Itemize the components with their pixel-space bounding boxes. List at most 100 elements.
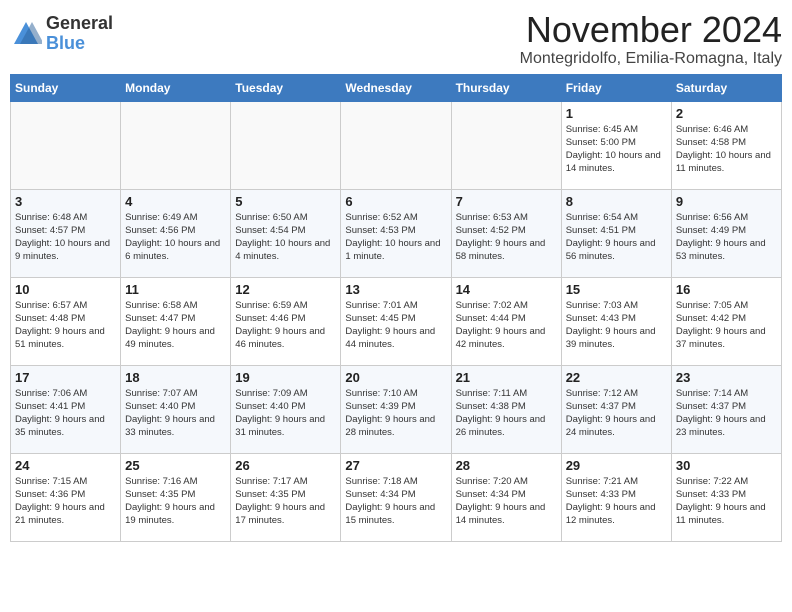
day-number: 14 (456, 282, 557, 297)
day-number: 16 (676, 282, 777, 297)
day-info: Sunrise: 7:16 AM Sunset: 4:35 PM Dayligh… (125, 475, 226, 528)
calendar-cell: 1 Sunrise: 6:45 AM Sunset: 5:00 PM Daylig… (561, 101, 671, 189)
day-number: 6 (345, 194, 446, 209)
day-info: Sunrise: 7:17 AM Sunset: 4:35 PM Dayligh… (235, 475, 336, 528)
calendar-cell: 9 Sunrise: 6:56 AM Sunset: 4:49 PM Daylig… (671, 189, 781, 277)
day-number: 21 (456, 370, 557, 385)
calendar-cell: 2Sunrise: 6:46 AM Sunset: 4:58 PM Daylig… (671, 101, 781, 189)
header-sunday: Sunday (11, 74, 121, 101)
day-info: Sunrise: 6:46 AM Sunset: 4:58 PM Dayligh… (676, 123, 777, 176)
month-title: November 2024 (520, 10, 782, 50)
day-info: Sunrise: 7:15 AM Sunset: 4:36 PM Dayligh… (15, 475, 116, 528)
calendar-week-3: 10 Sunrise: 6:57 AM Sunset: 4:48 PM Dayli… (11, 277, 782, 365)
day-info: Sunrise: 7:14 AM Sunset: 4:37 PM Dayligh… (676, 387, 777, 440)
logo: General Blue (10, 10, 113, 54)
calendar-cell: 4Sunrise: 6:49 AM Sunset: 4:56 PM Daylig… (121, 189, 231, 277)
calendar-cell: 30Sunrise: 7:22 AM Sunset: 4:33 PM Dayli… (671, 453, 781, 541)
calendar-cell: 25Sunrise: 7:16 AM Sunset: 4:35 PM Dayli… (121, 453, 231, 541)
day-info: Sunrise: 7:18 AM Sunset: 4:34 PM Dayligh… (345, 475, 446, 528)
day-info: Sunrise: 6:54 AM Sunset: 4:51 PM Dayligh… (566, 211, 667, 264)
header-friday: Friday (561, 74, 671, 101)
header-wednesday: Wednesday (341, 74, 451, 101)
header-thursday: Thursday (451, 74, 561, 101)
header-tuesday: Tuesday (231, 74, 341, 101)
calendar-cell: 12 Sunrise: 6:59 AM Sunset: 4:46 PM Dayli… (231, 277, 341, 365)
day-number: 8 (566, 194, 667, 209)
calendar-cell (341, 101, 451, 189)
calendar-cell: 19 Sunrise: 7:09 AM Sunset: 4:40 PM Dayli… (231, 365, 341, 453)
title-section: November 2024 Montegridolfo, Emilia-Roma… (520, 10, 782, 68)
calendar-cell: 6 Sunrise: 6:52 AM Sunset: 4:53 PM Daylig… (341, 189, 451, 277)
calendar-table: SundayMondayTuesdayWednesdayThursdayFrid… (10, 74, 782, 542)
calendar-cell: 29 Sunrise: 7:21 AM Sunset: 4:33 PM Dayli… (561, 453, 671, 541)
calendar-cell: 28 Sunrise: 7:20 AM Sunset: 4:34 PM Dayli… (451, 453, 561, 541)
day-info: Sunrise: 7:11 AM Sunset: 4:38 PM Dayligh… (456, 387, 557, 440)
calendar-cell: 10 Sunrise: 6:57 AM Sunset: 4:48 PM Dayli… (11, 277, 121, 365)
day-info: Sunrise: 6:48 AM Sunset: 4:57 PM Dayligh… (15, 211, 116, 264)
calendar-cell: 3 Sunrise: 6:48 AM Sunset: 4:57 PM Daylig… (11, 189, 121, 277)
calendar-cell: 26 Sunrise: 7:17 AM Sunset: 4:35 PM Dayli… (231, 453, 341, 541)
day-number: 5 (235, 194, 336, 209)
day-number: 7 (456, 194, 557, 209)
day-number: 3 (15, 194, 116, 209)
calendar-week-1: 1 Sunrise: 6:45 AM Sunset: 5:00 PM Daylig… (11, 101, 782, 189)
day-number: 24 (15, 458, 116, 473)
day-number: 27 (345, 458, 446, 473)
calendar-cell: 5 Sunrise: 6:50 AM Sunset: 4:54 PM Daylig… (231, 189, 341, 277)
day-info: Sunrise: 7:09 AM Sunset: 4:40 PM Dayligh… (235, 387, 336, 440)
calendar-cell: 13 Sunrise: 7:01 AM Sunset: 4:45 PM Dayli… (341, 277, 451, 365)
calendar-cell: 15Sunrise: 7:03 AM Sunset: 4:43 PM Dayli… (561, 277, 671, 365)
day-number: 29 (566, 458, 667, 473)
day-info: Sunrise: 7:21 AM Sunset: 4:33 PM Dayligh… (566, 475, 667, 528)
calendar-cell: 11Sunrise: 6:58 AM Sunset: 4:47 PM Dayli… (121, 277, 231, 365)
day-number: 13 (345, 282, 446, 297)
day-info: Sunrise: 7:01 AM Sunset: 4:45 PM Dayligh… (345, 299, 446, 352)
calendar-header-row: SundayMondayTuesdayWednesdayThursdayFrid… (11, 74, 782, 101)
calendar-week-2: 3 Sunrise: 6:48 AM Sunset: 4:57 PM Daylig… (11, 189, 782, 277)
calendar-cell: 27 Sunrise: 7:18 AM Sunset: 4:34 PM Dayli… (341, 453, 451, 541)
calendar-cell: 21 Sunrise: 7:11 AM Sunset: 4:38 PM Dayli… (451, 365, 561, 453)
day-info: Sunrise: 6:57 AM Sunset: 4:48 PM Dayligh… (15, 299, 116, 352)
logo-icon (10, 18, 42, 50)
calendar-cell: 8 Sunrise: 6:54 AM Sunset: 4:51 PM Daylig… (561, 189, 671, 277)
day-number: 10 (15, 282, 116, 297)
calendar-cell (231, 101, 341, 189)
logo-blue-text: Blue (46, 34, 113, 54)
calendar-week-4: 17 Sunrise: 7:06 AM Sunset: 4:41 PM Dayli… (11, 365, 782, 453)
calendar-cell: 23 Sunrise: 7:14 AM Sunset: 4:37 PM Dayli… (671, 365, 781, 453)
day-info: Sunrise: 6:52 AM Sunset: 4:53 PM Dayligh… (345, 211, 446, 264)
day-number: 17 (15, 370, 116, 385)
calendar-cell (11, 101, 121, 189)
day-number: 23 (676, 370, 777, 385)
day-info: Sunrise: 6:50 AM Sunset: 4:54 PM Dayligh… (235, 211, 336, 264)
header-monday: Monday (121, 74, 231, 101)
day-number: 12 (235, 282, 336, 297)
day-info: Sunrise: 6:45 AM Sunset: 5:00 PM Dayligh… (566, 123, 667, 176)
day-number: 1 (566, 106, 667, 121)
day-number: 22 (566, 370, 667, 385)
day-info: Sunrise: 6:56 AM Sunset: 4:49 PM Dayligh… (676, 211, 777, 264)
calendar-cell: 16 Sunrise: 7:05 AM Sunset: 4:42 PM Dayli… (671, 277, 781, 365)
calendar-cell (451, 101, 561, 189)
day-info: Sunrise: 7:22 AM Sunset: 4:33 PM Dayligh… (676, 475, 777, 528)
logo-general-text: General (46, 14, 113, 34)
calendar-cell: 17 Sunrise: 7:06 AM Sunset: 4:41 PM Dayli… (11, 365, 121, 453)
day-number: 19 (235, 370, 336, 385)
day-info: Sunrise: 6:53 AM Sunset: 4:52 PM Dayligh… (456, 211, 557, 264)
day-info: Sunrise: 7:05 AM Sunset: 4:42 PM Dayligh… (676, 299, 777, 352)
day-info: Sunrise: 6:49 AM Sunset: 4:56 PM Dayligh… (125, 211, 226, 264)
header-saturday: Saturday (671, 74, 781, 101)
day-number: 20 (345, 370, 446, 385)
calendar-week-5: 24 Sunrise: 7:15 AM Sunset: 4:36 PM Dayli… (11, 453, 782, 541)
calendar-cell: 22Sunrise: 7:12 AM Sunset: 4:37 PM Dayli… (561, 365, 671, 453)
day-number: 28 (456, 458, 557, 473)
day-number: 15 (566, 282, 667, 297)
day-info: Sunrise: 6:59 AM Sunset: 4:46 PM Dayligh… (235, 299, 336, 352)
day-info: Sunrise: 7:06 AM Sunset: 4:41 PM Dayligh… (15, 387, 116, 440)
day-info: Sunrise: 7:20 AM Sunset: 4:34 PM Dayligh… (456, 475, 557, 528)
day-number: 26 (235, 458, 336, 473)
day-number: 18 (125, 370, 226, 385)
day-number: 9 (676, 194, 777, 209)
calendar-cell: 20Sunrise: 7:10 AM Sunset: 4:39 PM Dayli… (341, 365, 451, 453)
calendar-cell: 7 Sunrise: 6:53 AM Sunset: 4:52 PM Daylig… (451, 189, 561, 277)
